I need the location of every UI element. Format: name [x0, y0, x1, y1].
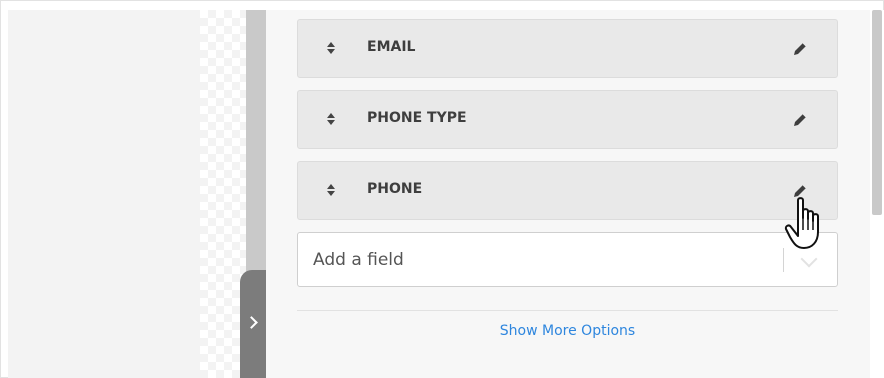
- field-label: PHONE TYPE: [367, 110, 467, 126]
- sort-icon[interactable]: [326, 42, 336, 56]
- section-divider: [297, 310, 838, 311]
- chevron-right-icon: [245, 316, 258, 329]
- field-label: EMAIL: [367, 39, 416, 55]
- field-row-phone-type[interactable]: PHONE TYPE: [297, 90, 838, 149]
- sort-icon[interactable]: [326, 184, 336, 198]
- pencil-icon[interactable]: [791, 111, 809, 129]
- field-row-phone[interactable]: PHONE: [297, 161, 838, 220]
- hand-pointer-icon: [784, 197, 819, 249]
- scrollbar-thumb[interactable]: [872, 10, 882, 215]
- sort-icon[interactable]: [326, 113, 336, 127]
- add-field-placeholder: Add a field: [313, 250, 404, 270]
- scrollbar[interactable]: [870, 10, 884, 378]
- field-label: PHONE: [367, 181, 423, 197]
- pencil-icon[interactable]: [791, 40, 809, 58]
- left-empty-area: [8, 10, 200, 378]
- add-field-select[interactable]: Add a field: [297, 232, 838, 287]
- show-more-options-link[interactable]: Show More Options: [297, 323, 838, 339]
- field-row-email[interactable]: EMAIL: [297, 19, 838, 78]
- collapse-panel-handle[interactable]: [240, 270, 268, 378]
